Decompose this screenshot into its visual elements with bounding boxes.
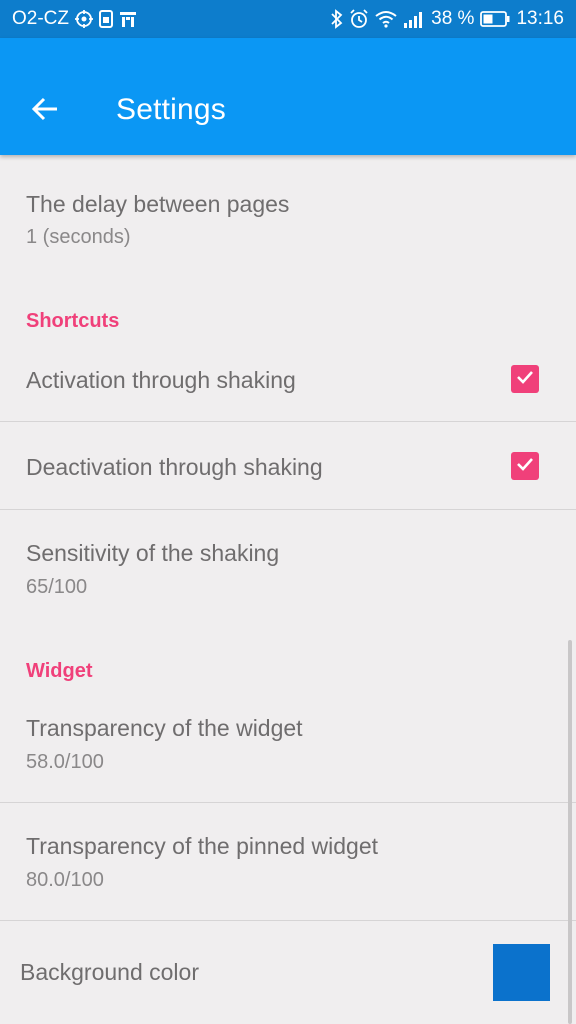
pref-summary: 65/100 [26, 576, 88, 598]
location-target-icon [75, 10, 93, 28]
pref-title: The delay between pages [26, 191, 290, 217]
news-notification-icon [119, 10, 137, 28]
category-widget: Widget [26, 660, 93, 682]
pref-sensitivity-shaking[interactable]: Sensitivity of the shaking 65/100 [0, 510, 576, 630]
carrier-label: O2-CZ [12, 8, 69, 29]
deactivation-checkbox[interactable] [511, 452, 539, 480]
pref-title: Activation through shaking [26, 367, 296, 393]
category-shortcuts: Shortcuts [26, 310, 120, 332]
pref-summary: 58.0/100 [26, 751, 104, 773]
pref-title: Transparency of the pinned widget [26, 833, 379, 859]
checkmark-icon [515, 454, 535, 479]
pref-activation-shaking[interactable]: Activation through shaking [0, 335, 576, 421]
status-bar: O2-CZ 38 % 13:16 [0, 0, 576, 38]
battery-icon [480, 11, 510, 27]
back-button[interactable] [20, 89, 70, 133]
background-color-swatch[interactable] [493, 944, 550, 1001]
app-notification-icon [99, 10, 113, 28]
pref-title: Deactivation through shaking [26, 454, 323, 480]
settings-list[interactable]: The delay between pages 1 (seconds) Shor… [0, 155, 576, 1024]
battery-percent: 38 % [431, 8, 475, 29]
wifi-icon [375, 10, 397, 28]
pref-pinned-widget-transparency[interactable]: Transparency of the pinned widget 80.0/1… [0, 803, 576, 920]
pref-background-color[interactable]: Background color [0, 921, 576, 1024]
pref-title: Sensitivity of the shaking [26, 540, 280, 566]
signal-icon [403, 10, 425, 28]
alarm-icon [349, 9, 369, 29]
pref-delay-between-pages[interactable]: The delay between pages 1 (seconds) [0, 155, 576, 285]
pref-title: Background color [20, 959, 199, 985]
pref-widget-transparency[interactable]: Transparency of the widget 58.0/100 [0, 685, 576, 802]
pref-summary: 80.0/100 [26, 869, 104, 891]
clock: 13:16 [516, 8, 564, 29]
bluetooth-icon [331, 9, 343, 29]
pref-title: Transparency of the widget [26, 715, 303, 741]
page-title: Settings [116, 93, 226, 126]
pref-summary: 1 (seconds) [26, 226, 131, 248]
activation-checkbox[interactable] [511, 365, 539, 393]
app-bar: Settings [0, 38, 576, 155]
arrow-left-icon [31, 95, 59, 128]
pref-deactivation-shaking[interactable]: Deactivation through shaking [0, 422, 576, 509]
checkmark-icon [515, 367, 535, 392]
scrollbar[interactable] [568, 640, 572, 1024]
